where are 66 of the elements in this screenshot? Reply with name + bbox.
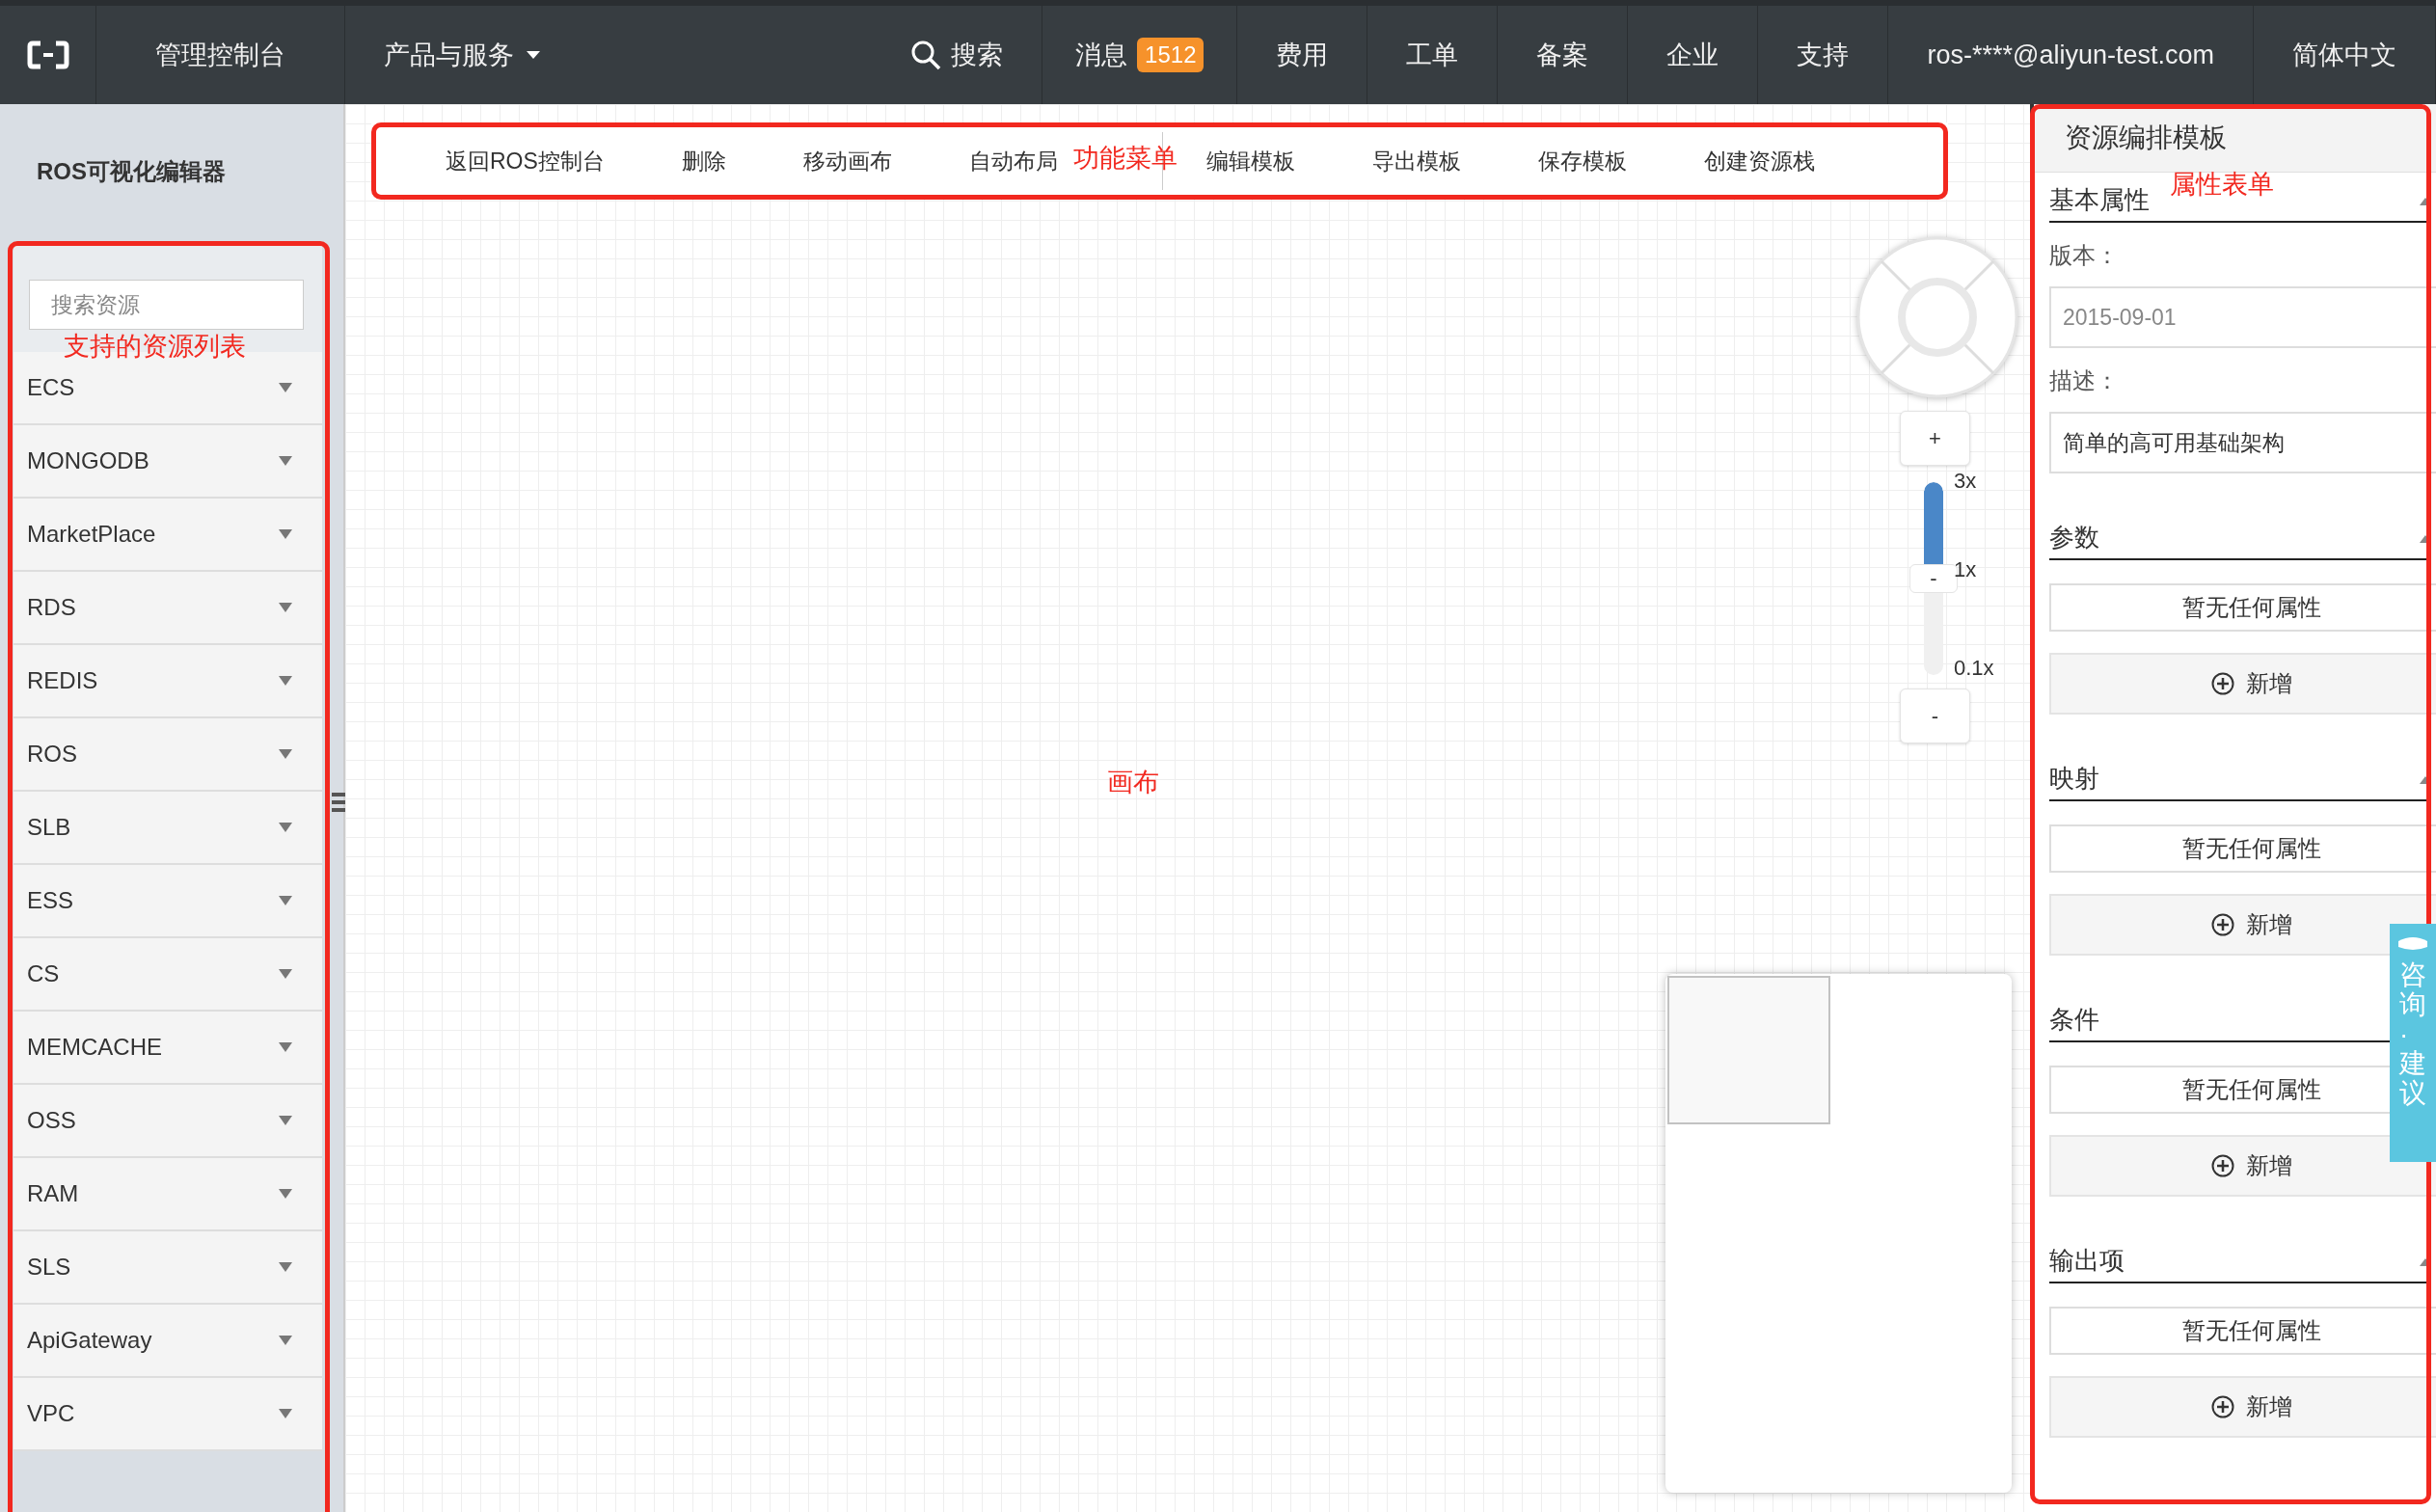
category-label: REDIS	[27, 667, 98, 694]
resource-category[interactable]: SLB	[14, 792, 322, 865]
zoom-out-button[interactable]: -	[1900, 688, 1970, 743]
toolbar-button[interactable]: 编辑模板	[1205, 146, 1295, 176]
input-field[interactable]: 简单的高可用基础架构	[2049, 412, 2436, 473]
add-button[interactable]: 新增	[2049, 1376, 2436, 1438]
add-button[interactable]: 新增	[2049, 894, 2436, 956]
field-label: 版本：	[2049, 241, 2120, 270]
resource-category[interactable]: OSS	[14, 1085, 322, 1158]
toolbar-button[interactable]: 创建资源栈	[1703, 146, 1815, 176]
category-label: RDS	[27, 594, 76, 621]
empty-message: 暂无任何属性	[2049, 583, 2436, 632]
resource-category[interactable]: ESS	[14, 865, 322, 938]
category-label: RAM	[27, 1180, 79, 1207]
resource-category[interactable]: REDIS	[14, 645, 322, 718]
toolbar-button[interactable]: 导出模板	[1371, 146, 1461, 176]
count-badge: 1512	[1137, 38, 1204, 72]
zoom-label: 0.1x	[1954, 656, 1994, 681]
toolbar-button[interactable]: 移动画布	[802, 146, 892, 176]
nav-link[interactable]: 消息	[1075, 38, 1128, 72]
field-label: 描述：	[2049, 366, 2120, 395]
search-field[interactable]: 搜索资源	[29, 280, 304, 330]
resource-category[interactable]: VPC	[14, 1378, 322, 1451]
panel-header: 资源编排模板	[2030, 104, 2436, 173]
category-label: ROS	[27, 741, 77, 768]
section-title: 映射	[2049, 763, 2099, 795]
category-label: ECS	[27, 374, 75, 401]
resource-category[interactable]: ApiGateway	[14, 1305, 322, 1378]
category-label: ApiGateway	[27, 1327, 152, 1354]
toolbar-button[interactable]: 保存模板	[1537, 146, 1627, 176]
resource-category[interactable]: MarketPlace	[14, 499, 322, 572]
resource-category[interactable]: MEMCACHE	[14, 1012, 322, 1085]
nav-dropdown[interactable]: 产品与服务	[345, 6, 580, 104]
resource-category[interactable]: CS	[14, 938, 322, 1012]
add-button[interactable]: 新增	[2049, 653, 2436, 715]
toolbar-button[interactable]: 删除	[681, 146, 726, 176]
annotation-label: 画布	[1107, 767, 1159, 798]
resource-category[interactable]: SLS	[14, 1231, 322, 1305]
resource-category[interactable]: RDS	[14, 572, 322, 645]
resource-category[interactable]: RAM	[14, 1158, 322, 1231]
annotation-label: 功能菜单	[1072, 143, 1177, 175]
editor-title: ROS可视化编辑器	[36, 157, 227, 186]
category-label: OSS	[27, 1107, 76, 1134]
nav-link[interactable]: 简体中文	[2254, 6, 2436, 104]
section-title: 参数	[2049, 522, 2099, 554]
add-button[interactable]: 新增	[2049, 1135, 2436, 1197]
category-label: MEMCACHE	[27, 1034, 162, 1061]
zoom-label: 3x	[1954, 469, 1977, 494]
category-label: SLB	[27, 814, 71, 841]
resource-category[interactable]: MONGODB	[14, 425, 322, 499]
section-title: 输出项	[2049, 1245, 2125, 1277]
section-title: 条件	[2049, 1004, 2099, 1036]
empty-message: 暂无任何属性	[2049, 824, 2436, 873]
input-field[interactable]: 2015-09-01	[2049, 286, 2436, 348]
category-label: VPC	[27, 1400, 75, 1427]
zoom-in-button[interactable]: +	[1900, 411, 1970, 466]
section-title: 基本属性	[2049, 184, 2150, 216]
toolbar-button[interactable]: 返回ROS控制台	[446, 146, 605, 176]
category-label: SLS	[27, 1254, 71, 1281]
category-label: ESS	[27, 887, 74, 914]
category-label: MONGODB	[27, 447, 149, 474]
toolbar-button[interactable]: 自动布局	[968, 146, 1058, 176]
empty-message: 暂无任何属性	[2049, 1307, 2436, 1355]
category-label: CS	[27, 960, 60, 987]
category-label: MarketPlace	[27, 521, 156, 548]
resource-category[interactable]: ROS	[14, 718, 322, 792]
